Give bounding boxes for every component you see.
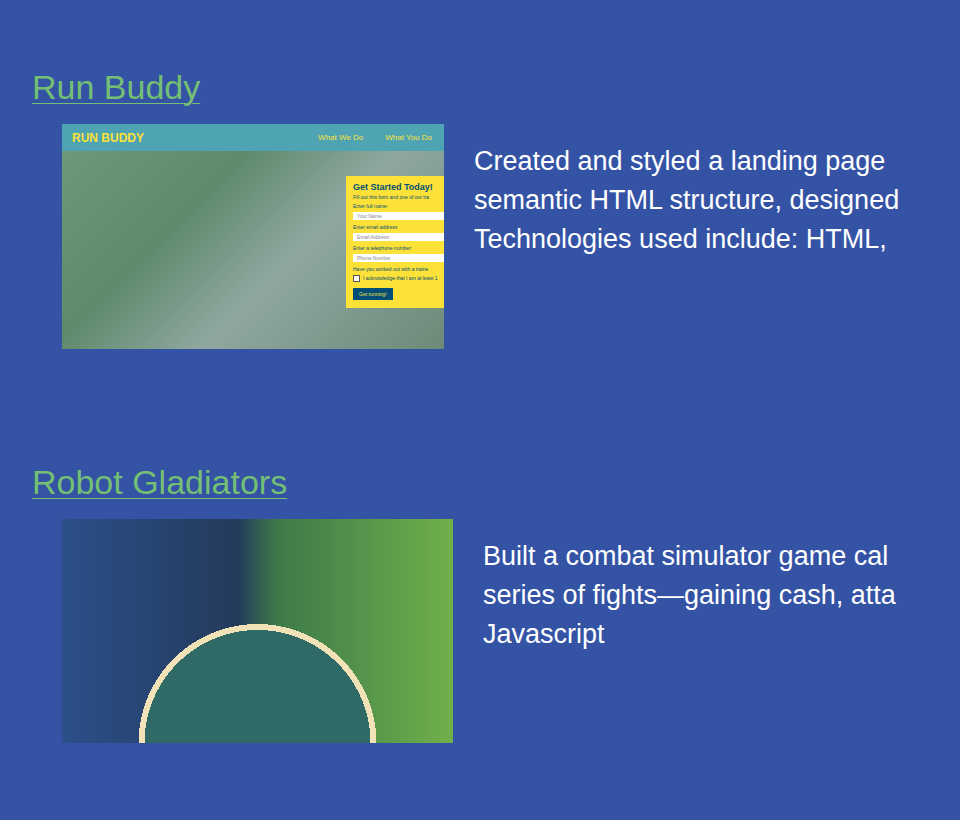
preview-field-input: Phone Number bbox=[353, 254, 444, 262]
preview-nav: What We Do What You Do bbox=[318, 133, 432, 142]
preview-field-input: Your Name bbox=[353, 212, 444, 220]
description-line: semantic HTML structure, designed bbox=[474, 181, 899, 220]
description-line: series of fights—gaining cash, atta bbox=[483, 576, 896, 615]
project-section: Run Buddy RUN BUDDY What We Do What You Do G… bbox=[32, 66, 960, 349]
project-row: Built a combat simulator game calseries … bbox=[32, 519, 960, 743]
preview-form-intro: Fill out this form and one of our tra bbox=[353, 194, 444, 201]
preview-checkbox-row: I acknowledge that I am at least 1 bbox=[353, 275, 444, 282]
project-artwork bbox=[62, 519, 453, 743]
project-title-link[interactable]: Robot Gladiators bbox=[32, 461, 287, 503]
project-section: Robot Gladiators Built a combat simulator… bbox=[32, 461, 960, 743]
preview-field-label: Enter email address bbox=[353, 224, 444, 231]
preview-form: Get Started Today! Fill out this form and… bbox=[346, 176, 444, 308]
description-line: Created and styled a landing page bbox=[474, 142, 899, 181]
preview-nav-link: What You Do bbox=[385, 133, 432, 142]
preview-header: RUN BUDDY What We Do What You Do bbox=[62, 124, 444, 151]
preview-field-input: Email Address bbox=[353, 233, 444, 241]
project-preview: RUN BUDDY What We Do What You Do Get Starte… bbox=[62, 124, 444, 349]
portfolio-page: Run Buddy RUN BUDDY What We Do What You Do G… bbox=[0, 0, 960, 743]
preview-form-heading: Get Started Today! bbox=[353, 182, 444, 192]
project-row: RUN BUDDY What We Do What You Do Get Starte… bbox=[32, 124, 960, 349]
preview-body: Get Started Today! Fill out this form and… bbox=[62, 151, 444, 349]
preview-field-label: Enter a telephone number: bbox=[353, 245, 444, 252]
description-line: Technologies used include: HTML, bbox=[474, 220, 899, 259]
preview-submit-button: Get running! bbox=[353, 288, 393, 300]
description-line: Javascript bbox=[483, 615, 896, 654]
project-description: Built a combat simulator game calseries … bbox=[483, 519, 896, 654]
preview-field-label: Enter full name: bbox=[353, 203, 444, 210]
preview-brand: RUN BUDDY bbox=[72, 131, 144, 145]
preview-checkbox-label: I acknowledge that I am at least 1 bbox=[363, 275, 438, 282]
project-description: Created and styled a landing pagesemanti… bbox=[474, 124, 899, 259]
preview-checkbox bbox=[353, 275, 360, 282]
description-line: Built a combat simulator game cal bbox=[483, 537, 896, 576]
project-title-link[interactable]: Run Buddy bbox=[32, 66, 200, 108]
preview-nav-link: What We Do bbox=[318, 133, 363, 142]
preview-form-question: Have you worked out with a traine bbox=[353, 266, 444, 273]
